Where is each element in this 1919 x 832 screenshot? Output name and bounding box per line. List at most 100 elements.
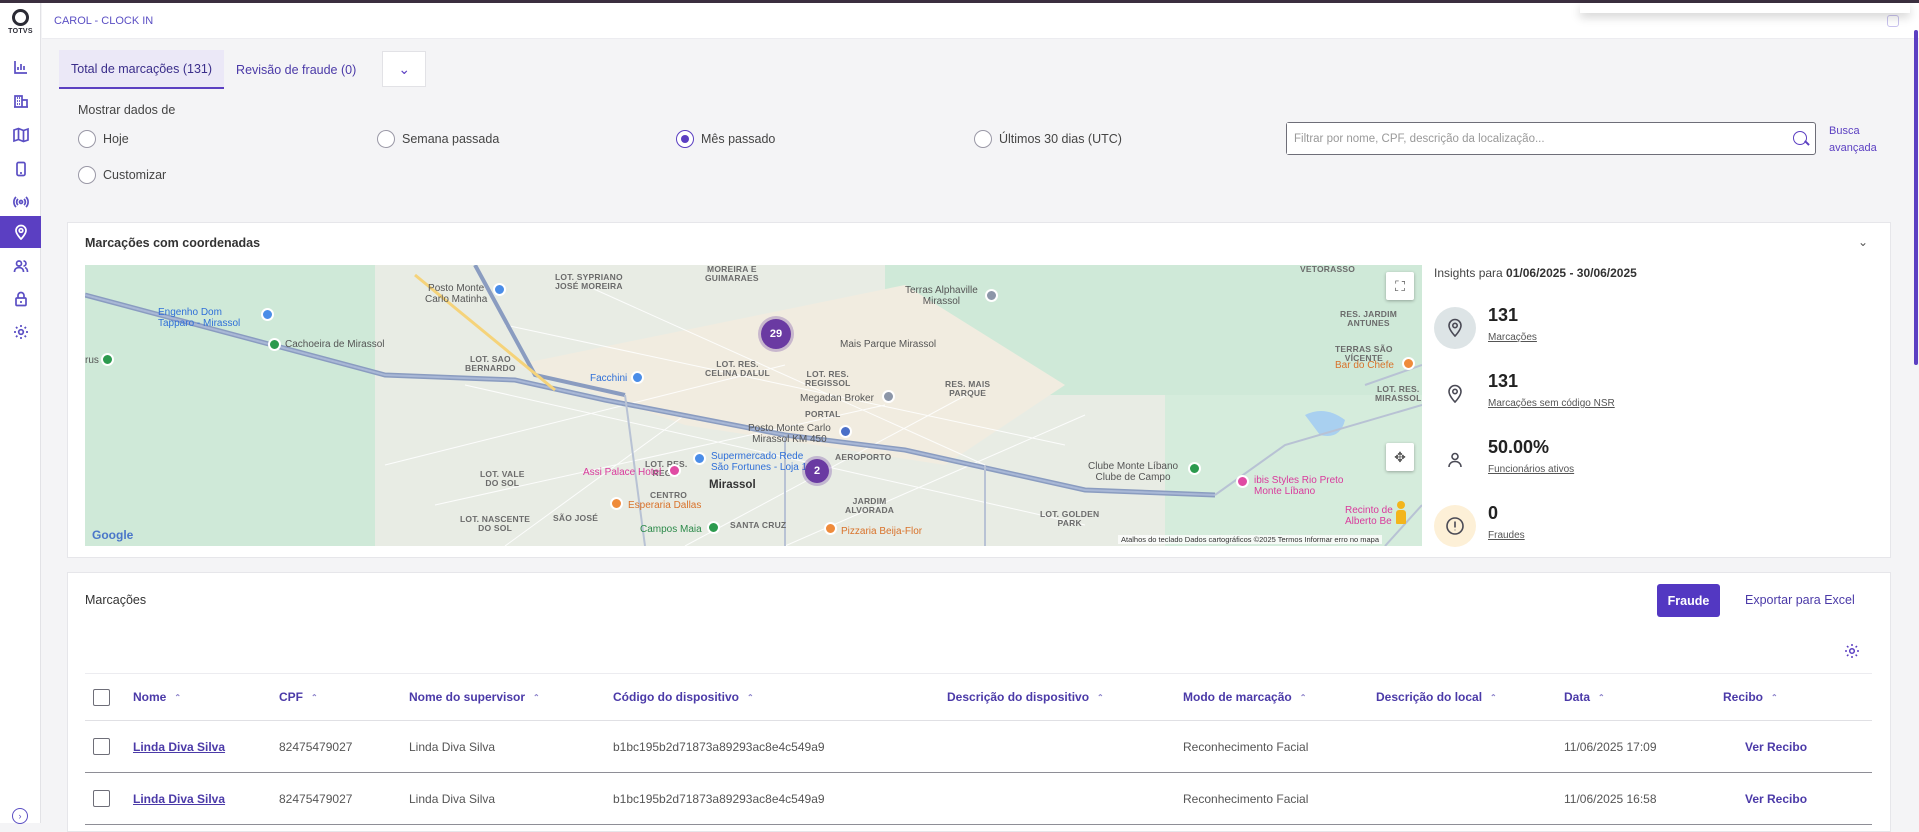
search-icon[interactable]	[1793, 131, 1807, 145]
totvs-logo[interactable]: TOTVS	[0, 9, 41, 35]
map-cluster[interactable]: 29	[761, 319, 791, 349]
sidebar-item-organization[interactable]	[0, 85, 41, 117]
map-pin[interactable]	[261, 308, 274, 321]
col-nome[interactable]: Nome ⌃	[133, 674, 181, 720]
radio-mes-passado[interactable]: Mês passado	[676, 130, 775, 148]
map-cluster[interactable]: 2	[805, 459, 829, 483]
insight-value: 50.00%	[1488, 437, 1550, 457]
insight-label[interactable]: Marcações	[1488, 332, 1537, 343]
col-modo[interactable]: Modo de marcação ⌃	[1183, 674, 1306, 720]
search-input[interactable]	[1287, 123, 1777, 154]
map-pin[interactable]	[839, 425, 852, 438]
lock-icon	[14, 291, 27, 307]
map-pin[interactable]	[693, 452, 706, 465]
insight-label[interactable]: Funcionários ativos	[1488, 464, 1574, 475]
radio-circle[interactable]	[974, 130, 992, 148]
radio-hoje[interactable]: Hoje	[78, 130, 129, 148]
col-supervisor[interactable]: Nome do supervisor ⌃	[409, 674, 540, 720]
map-pin[interactable]	[1402, 357, 1415, 370]
map-label: JARDIM ALVORADA	[845, 496, 895, 515]
sort-icon[interactable]: ⌃	[174, 693, 181, 702]
map-pin[interactable]	[1188, 462, 1201, 475]
sort-icon[interactable]: ⌃	[1097, 693, 1104, 702]
radio-customizar[interactable]: Customizar	[78, 166, 166, 184]
sort-icon[interactable]: ⌃	[311, 693, 318, 702]
col-recibo[interactable]: Recibo ⌃	[1723, 674, 1778, 720]
map-pin[interactable]	[268, 338, 281, 351]
map-pin[interactable]	[824, 522, 837, 535]
map[interactable]: LOT. SYPRIANO JOSÉ MOREIRA LOT. SAO BERN…	[85, 265, 1422, 546]
recenter-icon[interactable]: ✥	[1386, 443, 1414, 471]
sidebar-item-location[interactable]	[0, 216, 41, 248]
cell-nome: Linda Diva Silva	[133, 721, 225, 772]
fullscreen-icon[interactable]: ⛶	[1386, 272, 1414, 300]
ver-recibo-link[interactable]: Ver Recibo	[1745, 792, 1807, 806]
map-pin[interactable]	[631, 371, 644, 384]
map-label: PORTAL	[805, 409, 841, 419]
ver-recibo-link[interactable]: Ver Recibo	[1745, 740, 1807, 754]
table-settings-gear-icon[interactable]	[1844, 643, 1860, 659]
sidebar-item-wireless[interactable]	[0, 186, 41, 218]
sort-icon[interactable]: ⌃	[533, 693, 540, 702]
select-all-checkbox[interactable]	[93, 688, 110, 706]
sidebar-item-users[interactable]	[0, 250, 41, 282]
sidebar-item-devices[interactable]	[0, 153, 41, 185]
map-pin[interactable]	[101, 353, 114, 366]
radio-circle-selected[interactable]	[676, 130, 694, 148]
radio-circle[interactable]	[78, 166, 96, 184]
row-checkbox[interactable]	[93, 738, 110, 755]
chevron-down-icon[interactable]: ⌄	[382, 51, 427, 87]
map-pin[interactable]	[493, 283, 506, 296]
street-view-pegman-icon[interactable]	[1394, 501, 1408, 525]
map-attribution[interactable]: Atalhos do teclado Dados cartográficos ©…	[1118, 535, 1383, 544]
advanced-search-link[interactable]: Busca avançada	[1829, 123, 1889, 157]
export-excel-button[interactable]: Exportar para Excel	[1745, 593, 1855, 607]
map-place: Megadan Broker	[800, 393, 874, 404]
col-data[interactable]: Data ⌃	[1564, 674, 1605, 720]
col-descricao-local[interactable]: Descrição do local ⌃	[1376, 674, 1497, 720]
sort-icon[interactable]: ⌃	[1300, 693, 1307, 702]
radio-label: Hoje	[103, 132, 129, 146]
map-pin[interactable]	[610, 497, 623, 510]
col-descricao-dispositivo[interactable]: Descrição do dispositivo ⌃	[947, 674, 1104, 720]
tab-total-marcacoes[interactable]: Total de marcações (131)	[59, 50, 225, 89]
sort-icon[interactable]: ⌃	[1598, 693, 1605, 702]
sidebar-item-settings[interactable]	[0, 316, 41, 348]
sort-icon[interactable]: ⌃	[1490, 693, 1497, 702]
tab-revisao-fraude[interactable]: Revisão de fraude (0)	[224, 50, 369, 89]
insight-label[interactable]: Marcações sem código NSR	[1488, 398, 1615, 409]
map-pin[interactable]	[985, 289, 998, 302]
row-checkbox[interactable]	[93, 790, 110, 807]
user-icon[interactable]	[1887, 15, 1899, 27]
map-pin[interactable]	[707, 521, 720, 534]
map-pin[interactable]	[1236, 475, 1249, 488]
dropdown-shadow	[1580, 3, 1910, 13]
employee-link[interactable]: Linda Diva Silva	[133, 792, 225, 806]
map-pin[interactable]	[882, 390, 895, 403]
radio-ultimos-30-dias[interactable]: Últimos 30 dias (UTC)	[974, 130, 1122, 148]
sort-icon[interactable]: ⌃	[747, 693, 754, 702]
map-pin[interactable]	[668, 464, 681, 477]
radio-semana-passada[interactable]: Semana passada	[377, 130, 499, 148]
employee-link[interactable]: Linda Diva Silva	[133, 740, 225, 754]
sidebar-item-dashboard[interactable]	[0, 51, 41, 83]
radio-circle[interactable]	[377, 130, 395, 148]
map-place: Pizzaria Beija-Flor	[841, 526, 923, 537]
radio-circle[interactable]	[78, 130, 96, 148]
insight-label[interactable]: Fraudes	[1488, 530, 1525, 541]
sort-icon[interactable]: ⌃	[1771, 693, 1778, 702]
map-panel-title: Marcações com coordenadas	[85, 236, 261, 250]
cell-cpf: 82475479027	[279, 739, 353, 754]
fraude-button[interactable]: Fraude	[1657, 584, 1720, 617]
page-scrollbar[interactable]	[1914, 30, 1918, 365]
col-cpf[interactable]: CPF ⌃	[279, 674, 318, 720]
table-row: Linda Diva Silva 82475479027 Linda Diva …	[85, 721, 1872, 773]
map-place: Recinto de Alberto Be	[1345, 505, 1393, 527]
collapse-chevron-icon[interactable]: ⌄	[1858, 235, 1868, 249]
map-place: Posto Monte Carlo Matinha	[425, 283, 488, 305]
chevron-right-icon[interactable]: ›	[12, 808, 28, 824]
sidebar-item-map[interactable]	[0, 119, 41, 151]
radio-label: Customizar	[103, 168, 167, 182]
col-codigo[interactable]: Código do dispositivo ⌃	[613, 674, 754, 720]
sidebar-item-security[interactable]	[0, 283, 41, 315]
